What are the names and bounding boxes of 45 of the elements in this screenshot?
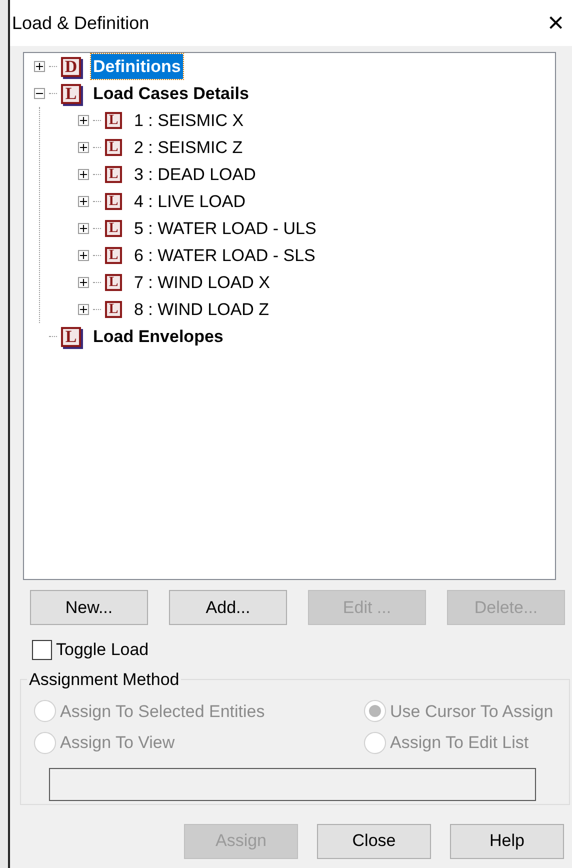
tree-item[interactable]: 7 : WIND LOAD X [132, 270, 272, 296]
letter-badge-icon: L [61, 84, 81, 104]
expand-toggle[interactable] [78, 169, 89, 180]
dialog-button[interactable]: Close [317, 824, 431, 858]
letter-badge-icon: L [105, 166, 122, 183]
letter-badge-icon: L [61, 326, 81, 346]
tree-item[interactable]: 5 : WATER LOAD - ULS [132, 216, 318, 242]
expand-toggle[interactable] [78, 115, 89, 126]
letter-badge-icon: L [105, 220, 122, 237]
expand-toggle[interactable] [34, 61, 45, 72]
radio-label: Assign To Edit List [390, 732, 529, 754]
expand-toggle[interactable] [78, 277, 89, 288]
close-button[interactable]: × [548, 9, 564, 37]
expand-toggle[interactable] [78, 196, 89, 207]
checkbox[interactable] [32, 640, 52, 660]
checkbox-label: Toggle Load [56, 639, 149, 661]
letter-badge-icon: L [105, 139, 122, 156]
tree-item[interactable]: Definitions [91, 54, 183, 80]
tree-item[interactable]: 8 : WIND LOAD Z [132, 296, 272, 322]
expand-toggle[interactable] [78, 304, 89, 315]
tree-item[interactable]: Load Envelopes [91, 324, 226, 350]
radio-label: Assign To View [60, 732, 175, 754]
letter-badge-icon: L [105, 193, 122, 210]
tree-item[interactable]: Load Cases Details [91, 80, 251, 106]
collapse-toggle[interactable] [34, 88, 45, 99]
letter-badge-icon: L [105, 274, 122, 291]
dialog-button[interactable]: Help [450, 824, 564, 858]
expand-toggle[interactable] [78, 223, 89, 234]
tree-item[interactable]: 3 : DEAD LOAD [132, 162, 258, 188]
letter-badge-icon: D [61, 56, 81, 76]
letter-badge-icon: L [105, 247, 122, 264]
expand-toggle[interactable] [78, 250, 89, 261]
tree-item[interactable]: 6 : WATER LOAD - SLS [132, 242, 318, 268]
letter-badge-icon: L [105, 112, 122, 129]
dialog-button[interactable]: Add... [169, 590, 287, 625]
text-field[interactable] [49, 768, 536, 800]
dialog-button[interactable]: New... [30, 590, 148, 625]
expand-toggle[interactable] [78, 142, 89, 153]
tree-item[interactable]: 4 : LIVE LOAD [132, 188, 248, 214]
tree-item[interactable]: 1 : SEISMIC X [132, 108, 246, 134]
tree-item[interactable]: 2 : SEISMIC Z [132, 134, 245, 160]
window-title: Load & Definition [12, 12, 150, 34]
letter-badge-icon: L [105, 301, 122, 318]
radio-label: Assign To Selected Entities [60, 700, 265, 722]
radio-label: Use Cursor To Assign [390, 700, 554, 722]
